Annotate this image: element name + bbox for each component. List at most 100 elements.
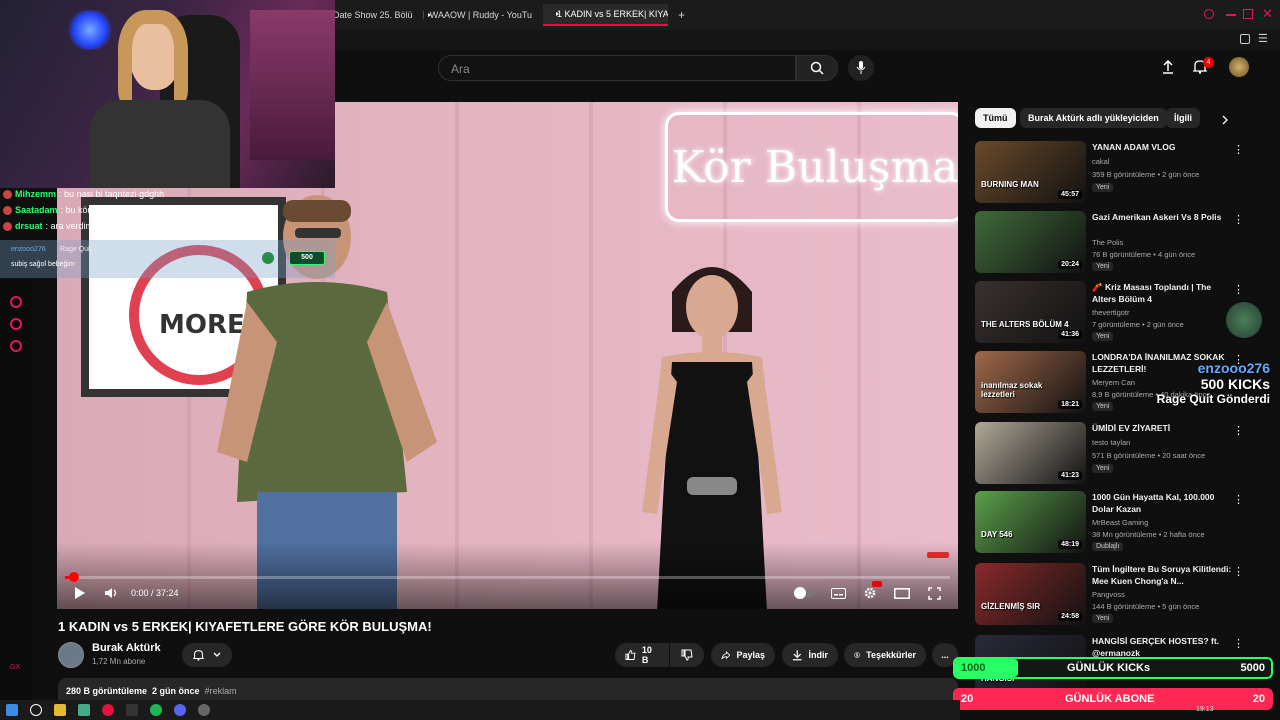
rail-icon[interactable] (10, 318, 22, 330)
recommendation-badge: Yeni (1092, 262, 1114, 271)
channel-name[interactable]: Burak Aktürk (92, 642, 161, 654)
search-icon[interactable] (1204, 9, 1214, 19)
video-duration: 24:58 (1058, 612, 1082, 621)
rail-icon[interactable] (10, 340, 22, 352)
chip-all[interactable]: Tümü (975, 108, 1016, 128)
captions-icon (830, 587, 846, 599)
app-icon[interactable] (198, 704, 210, 716)
tab-label: Date Show 25. Bölü (333, 10, 413, 20)
streamer-shirt (90, 100, 230, 188)
subscribed-button[interactable] (182, 643, 232, 667)
opera-gx-icon[interactable] (102, 704, 114, 716)
chat-username: Mihzemm (15, 189, 57, 199)
recommendation-channel[interactable]: Pangvoss (1092, 590, 1125, 599)
video-duration: 41:23 (1058, 471, 1082, 480)
search-icon[interactable] (30, 704, 42, 716)
profile-icon[interactable] (1240, 34, 1250, 44)
video-duration: 41:36 (1058, 330, 1082, 339)
recommendation-title[interactable]: 🧨 Kriz Masası Toplandı | The Alters Bölü… (1092, 281, 1232, 305)
minimize-icon[interactable] (1226, 14, 1236, 16)
recommendation-title[interactable]: HANGİSİ GERÇEK HOSTES? ft. @ermanozk (1092, 635, 1232, 659)
theater-icon (894, 587, 910, 599)
menu-icon[interactable]: ☰ (1258, 32, 1268, 45)
volume-icon (105, 588, 117, 598)
recommendation-item[interactable]: 41:23 ÜMİDİ EV ZİYARETİ testo taylan 571 B … (975, 422, 1245, 486)
browser-tab[interactable]: Date Show 25. Bölü (325, 4, 415, 26)
like-button[interactable]: 10 B (615, 643, 669, 667)
recommendation-channel[interactable]: cakal (1092, 157, 1110, 166)
discord-icon[interactable] (174, 704, 186, 716)
more-options-icon[interactable]: ⋮ (1233, 565, 1244, 578)
autoplay-toggle[interactable] (792, 584, 816, 602)
donation-banner: enzooo276 Rage Quit subiş sağol bebeğim … (0, 240, 335, 278)
recommendation-title[interactable]: YANAN ADAM VLOG (1092, 141, 1232, 153)
recommendation-item[interactable]: GİZLENMİŞ SIR 24:58 Tüm İngiltere Bu Soruy… (975, 563, 1245, 627)
more-options-icon[interactable]: ⋮ (1233, 637, 1244, 650)
more-options-icon[interactable]: ⋮ (1233, 493, 1244, 506)
recommendation-item[interactable]: BURNING MAN 45:57 YANAN ADAM VLOG cakal 359 … (975, 141, 1245, 205)
upload-button[interactable] (1162, 59, 1174, 79)
streamer-webcam (0, 0, 335, 188)
more-options-icon[interactable]: ⋮ (1233, 283, 1244, 296)
chat-message: Saatadam: bu kör buluşmadaki kız burayad… (0, 202, 280, 218)
close-icon[interactable]: ✕ (1262, 6, 1273, 22)
recommendation-item[interactable]: THE ALTERS BÖLÜM 4 41:36 🧨 Kriz Masası Top… (975, 281, 1245, 345)
download-button[interactable]: İndir (782, 643, 838, 667)
recommendation-title[interactable]: Tüm İngiltere Bu Soruya Kilitlendi: Mee … (1092, 563, 1232, 587)
file-explorer-icon[interactable] (54, 704, 66, 716)
maximize-icon[interactable] (1243, 9, 1253, 19)
chip-related[interactable]: İlgili (1166, 108, 1200, 128)
tab-label: 1 KADIN vs 5 ERKEK| KIYA (557, 9, 668, 19)
chat-text: : bu kör buluşmadaki kız burayada gelmez… (60, 205, 263, 215)
spotify-icon[interactable] (150, 704, 162, 716)
hashtag[interactable]: #reklam (205, 686, 237, 696)
recommendation-channel[interactable]: testo taylan (1092, 438, 1130, 447)
captions-button[interactable] (829, 584, 847, 602)
chips-next-button[interactable] (1222, 112, 1229, 130)
video-thumbnail[interactable]: DAY 546 48:19 (975, 491, 1086, 553)
daily-kicks-goal: 1000 GÜNLÜK KICKs 5000 (953, 657, 1273, 679)
browser-tab[interactable]: WAAOW | Ruddy - YouTu (415, 4, 540, 26)
progress-bar[interactable] (65, 572, 950, 582)
voice-search-button[interactable] (848, 55, 874, 81)
volume-button[interactable] (102, 584, 120, 602)
rail-icon[interactable] (10, 296, 22, 308)
dislike-button[interactable] (670, 643, 704, 667)
chat-message: drsuat: ara verdim biraz abd yolculuğu b… (0, 218, 280, 234)
new-tab-button[interactable]: + (670, 4, 690, 26)
recommendation-item[interactable]: 20:24 Gazi Amerikan Askeri Vs 8 Polis The … (975, 211, 1245, 275)
video-thumbnail[interactable]: 20:24 (975, 211, 1086, 273)
video-thumbnail[interactable]: BURNING MAN 45:57 (975, 141, 1086, 203)
video-thumbnail[interactable]: 41:23 (975, 422, 1086, 484)
windows-start-icon[interactable] (6, 704, 18, 716)
thumbs-up-icon (625, 650, 636, 660)
more-options-icon[interactable]: ⋮ (1233, 213, 1244, 226)
chip-from-uploader[interactable]: Burak Aktürk adlı yükleyiciden (1020, 108, 1167, 128)
toggle-track (794, 587, 814, 599)
app-icon[interactable] (78, 704, 90, 716)
more-options-icon[interactable]: ⋮ (1233, 143, 1244, 156)
recommendation-channel[interactable]: The Polis (1092, 238, 1123, 247)
recommendation-channel[interactable]: thevertigotr (1092, 308, 1130, 317)
theater-mode-button[interactable] (893, 584, 911, 602)
play-button[interactable] (71, 584, 89, 602)
video-thumbnail[interactable]: THE ALTERS BÖLÜM 4 41:36 (975, 281, 1086, 343)
video-thumbnail[interactable]: inanılmaz sokak lezzetleri 18:21 (975, 351, 1086, 413)
chat-badge-icon (3, 221, 12, 231)
search-input[interactable]: Ara (438, 55, 796, 81)
recommendation-title[interactable]: Gazi Amerikan Askeri Vs 8 Polis (1092, 211, 1232, 223)
video-thumbnail[interactable]: GİZLENMİŞ SIR 24:58 (975, 563, 1086, 625)
fullscreen-button[interactable] (925, 584, 943, 602)
share-button[interactable]: Paylaş (711, 643, 775, 667)
channel-avatar[interactable] (58, 642, 84, 668)
recommendation-title[interactable]: 1000 Gün Hayatta Kal, 100.000 Dolar Kaza… (1092, 491, 1232, 515)
search-button[interactable] (796, 55, 838, 81)
recommendation-item[interactable]: DAY 546 48:19 1000 Gün Hayatta Kal, 100.00… (975, 491, 1245, 555)
account-avatar[interactable] (1229, 57, 1249, 77)
browser-tab-active[interactable]: 1 KADIN vs 5 ERKEK| KIYA (543, 4, 668, 26)
recommendation-channel[interactable]: MrBeast Gaming (1092, 518, 1148, 527)
progress-scrubber[interactable] (69, 572, 79, 582)
app-icon[interactable] (126, 704, 138, 716)
time-display: 0:00 / 37:24 (131, 588, 179, 598)
thanks-button[interactable]: $ Teşekkürler (844, 643, 926, 667)
